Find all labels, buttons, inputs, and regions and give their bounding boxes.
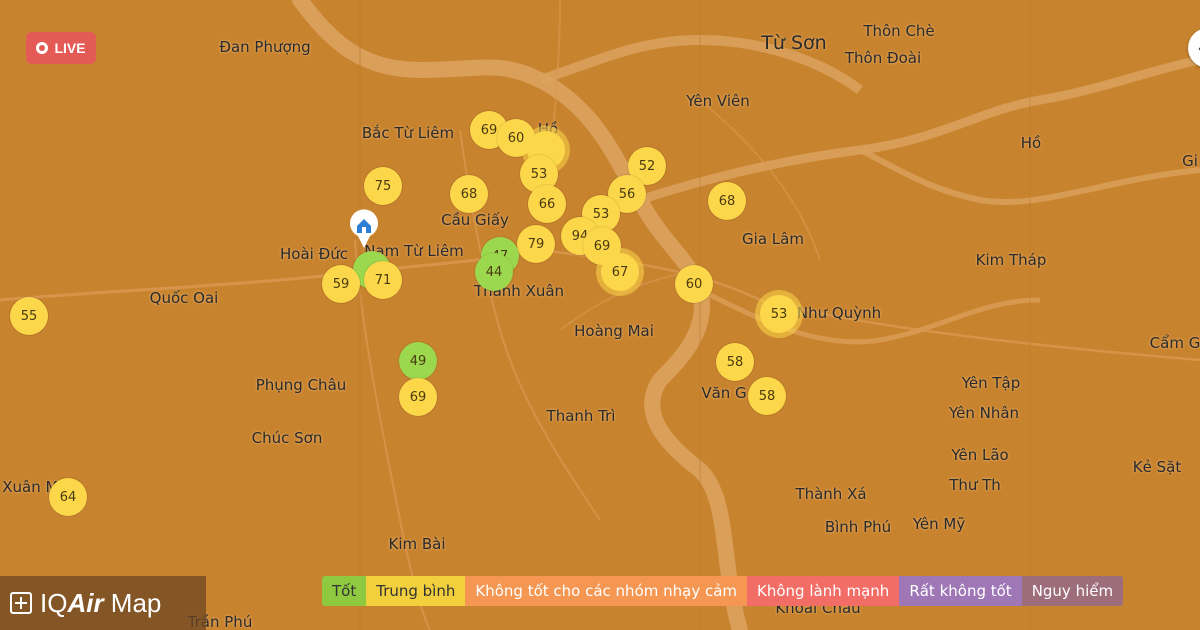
place-label: Kim Tháp: [975, 251, 1047, 269]
aqi-station-marker[interactable]: 58: [748, 377, 786, 415]
aqi-station-marker[interactable]: 53: [760, 295, 798, 333]
place-label: Văn G: [701, 384, 747, 402]
map-canvas[interactable]: Đan Phượng Bắc Từ Liêm Hồ Từ Sơn Thôn Chè Thô…: [0, 0, 1200, 630]
aqi-station-marker[interactable]: 55: [10, 297, 48, 335]
place-label: Thôn Đoài: [844, 49, 922, 67]
road: [354, 239, 431, 630]
station-pin-icon[interactable]: [346, 206, 382, 250]
aqi-station-marker[interactable]: 79: [517, 225, 555, 263]
place-label: Kim Bài: [388, 535, 446, 553]
brand-name: IQAir Map: [40, 587, 162, 618]
map-basemap: [0, 0, 1200, 630]
aqi-station-marker[interactable]: 75: [364, 167, 402, 205]
place-label: Thành Xá: [795, 485, 867, 503]
place-label: Quốc Oai: [149, 289, 219, 307]
river: [292, 0, 748, 630]
live-label: LIVE: [54, 40, 86, 56]
place-label: Thanh Trì: [546, 407, 616, 425]
place-label: Yên Viên: [686, 92, 750, 110]
place-label: Hoài Đức: [280, 245, 348, 263]
aqi-legend: Tốt Trung bình Không tốt cho các nhóm nhạy…: [322, 576, 1124, 606]
legend-item: Không lành mạnh: [747, 576, 900, 606]
place-label: Yên Mỹ: [912, 515, 966, 533]
aqi-station-marker[interactable]: 69: [399, 378, 437, 416]
iqair-map-logo[interactable]: IQAir Map: [0, 576, 206, 630]
aqi-station-marker[interactable]: 66: [528, 185, 566, 223]
aqi-station-marker[interactable]: 68: [450, 175, 488, 213]
place-label: Như Quỳnh: [796, 304, 882, 322]
plus-icon: [10, 592, 32, 614]
place-label: Cầu Giấy: [441, 211, 509, 229]
place-label: Đan Phượng: [219, 38, 311, 56]
place-label: Yên Lão: [951, 446, 1009, 464]
place-label: Chúc Sơn: [251, 429, 323, 447]
legend-item: Không tốt cho các nhóm nhạy cảm: [465, 576, 748, 606]
legend-item: Trung bình: [366, 576, 466, 606]
place-label: Kẻ Sặt: [1132, 458, 1182, 476]
place-label: Yên Nhân: [948, 404, 1020, 422]
place-label: Bình Phú: [824, 518, 892, 536]
place-label: Hồ: [1020, 134, 1042, 152]
place-label: Gi: [1182, 152, 1198, 170]
legend-item: Rất không tốt: [899, 576, 1022, 606]
place-label: Gia Lâm: [742, 230, 804, 248]
aqi-station-marker[interactable]: 60: [675, 265, 713, 303]
aqi-station-marker[interactable]: 44: [475, 253, 513, 291]
place-label: Yên Tập: [961, 374, 1021, 392]
place-label: Từ Sơn: [761, 32, 827, 54]
aqi-station-marker[interactable]: 67: [601, 253, 639, 291]
aqi-station-marker[interactable]: 71: [364, 261, 402, 299]
place-label: Cẩm G: [1149, 334, 1200, 352]
aqi-station-marker[interactable]: 64: [49, 478, 87, 516]
aqi-station-marker[interactable]: 58: [716, 343, 754, 381]
place-label: Hoàng Mai: [574, 322, 654, 340]
place-label: Thôn Chè: [863, 22, 935, 40]
aqi-station-marker[interactable]: 49: [399, 342, 437, 380]
legend-item: Tốt: [322, 576, 367, 606]
place-label: Phụng Châu: [255, 376, 347, 394]
place-label: Bắc Từ Liêm: [361, 124, 455, 142]
live-dot-icon: [36, 42, 49, 54]
live-badge[interactable]: LIVE: [26, 32, 96, 64]
place-label: Thư Th: [949, 476, 1001, 494]
aqi-station-marker[interactable]: 59: [322, 265, 360, 303]
legend-item: Nguy hiểm: [1021, 576, 1124, 606]
aqi-station-marker[interactable]: 68: [708, 182, 746, 220]
